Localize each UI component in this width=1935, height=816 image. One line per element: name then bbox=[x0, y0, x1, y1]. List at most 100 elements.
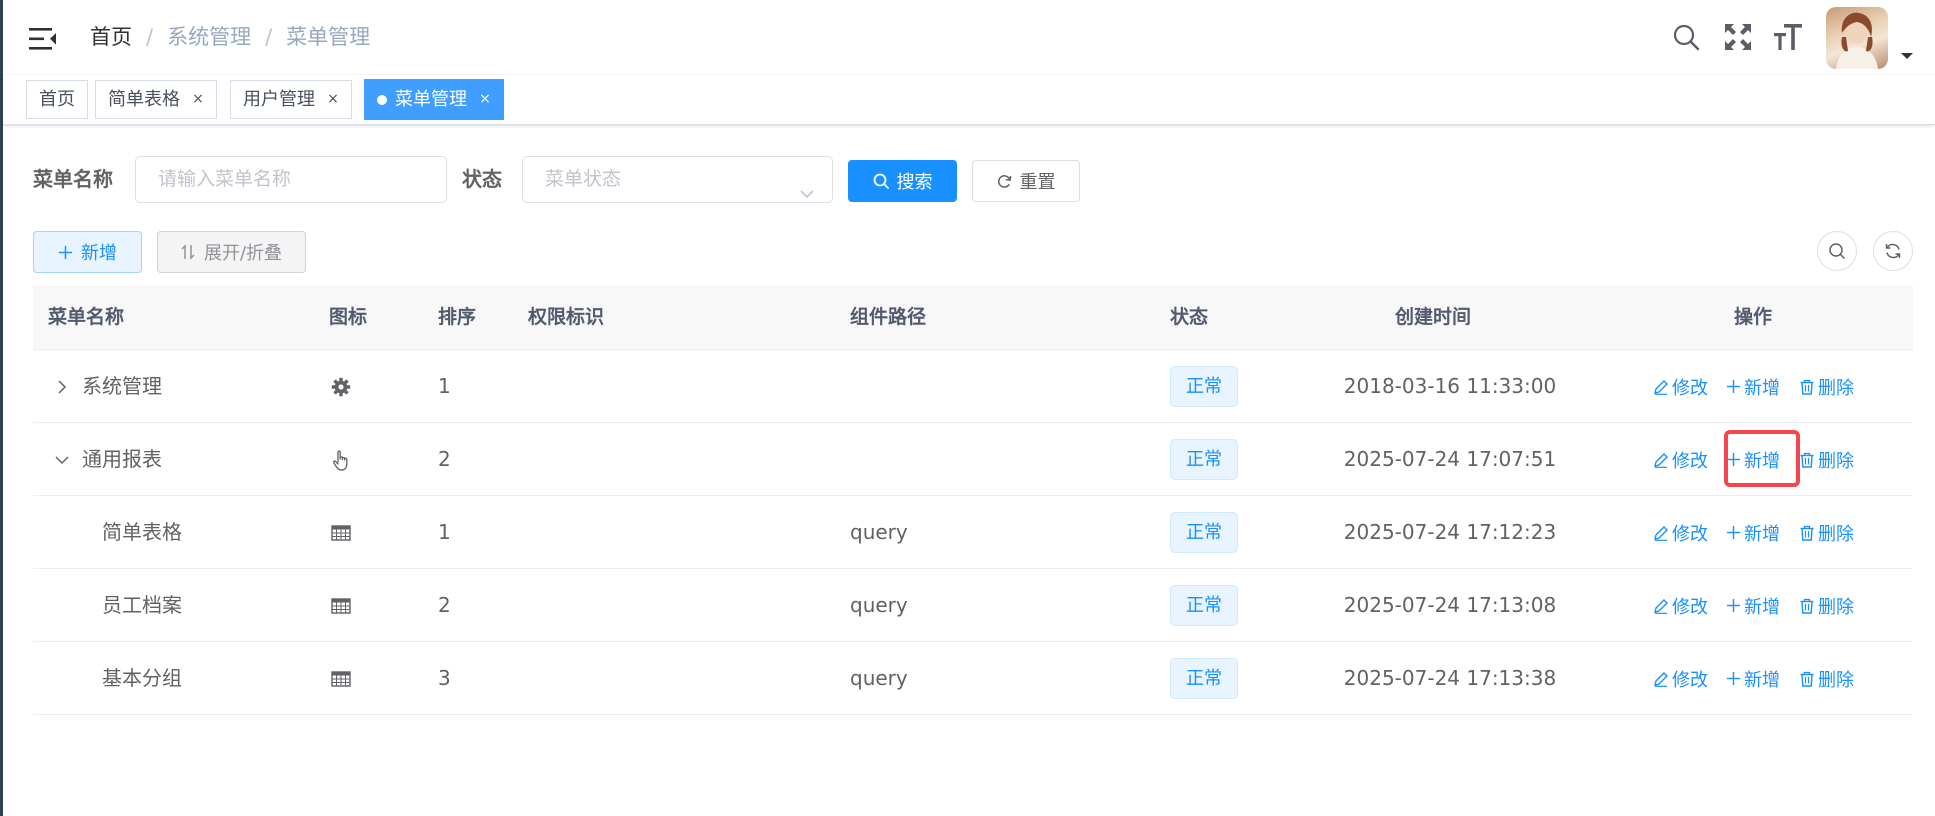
menu-component: query bbox=[850, 666, 908, 690]
edit-icon bbox=[1653, 598, 1669, 614]
edit-button[interactable]: 修改 bbox=[1653, 569, 1708, 642]
close-icon[interactable]: × bbox=[327, 81, 339, 118]
plus-icon bbox=[1726, 598, 1741, 613]
status-badge: 正常 bbox=[1170, 439, 1238, 480]
tag-label: 用户管理 bbox=[243, 89, 315, 110]
created-time: 2025-07-24 17:07:51 bbox=[1343, 447, 1557, 471]
add-menu-button[interactable]: 新增 bbox=[33, 231, 142, 273]
active-dot-icon bbox=[377, 94, 387, 105]
created-time: 2025-07-24 17:13:38 bbox=[1343, 666, 1557, 690]
menu-name: 简单表格 bbox=[102, 520, 182, 544]
column-header-status: 状态 bbox=[1170, 306, 1209, 328]
tag-home[interactable]: 首页 bbox=[26, 80, 88, 119]
tag-user-management[interactable]: 用户管理 × bbox=[230, 80, 352, 119]
pointer-hand-icon bbox=[329, 423, 353, 496]
status-label: 状态 bbox=[462, 167, 502, 191]
created-time: 2025-07-24 17:12:23 bbox=[1343, 520, 1557, 544]
tag-simple-table[interactable]: 简单表格 × bbox=[95, 80, 217, 119]
edit-label: 修改 bbox=[1672, 377, 1708, 399]
delete-button[interactable]: 删除 bbox=[1799, 423, 1854, 496]
trash-icon bbox=[1799, 671, 1815, 687]
table-header: 菜单名称 图标 排序 权限标识 组件路径 状态 创建时间 操作 bbox=[33, 285, 1913, 350]
table-row: 员工档案 2 query 正常 2025-07-24 17:13:08 修改 新… bbox=[33, 569, 1913, 642]
search-icon[interactable] bbox=[1670, 21, 1702, 53]
close-icon[interactable]: × bbox=[479, 81, 491, 118]
edit-icon bbox=[1653, 525, 1669, 541]
delete-button[interactable]: 删除 bbox=[1799, 642, 1854, 715]
tag-label: 首页 bbox=[39, 89, 75, 110]
breadcrumb-system-management: 系统管理 bbox=[167, 25, 252, 49]
plus-icon bbox=[1726, 379, 1741, 394]
delete-label: 删除 bbox=[1818, 669, 1854, 691]
refresh-table-icon[interactable] bbox=[1873, 231, 1913, 271]
expand-collapse-button-label: 展开/折叠 bbox=[203, 243, 283, 264]
menu-name: 通用报表 bbox=[82, 447, 162, 471]
status-select[interactable]: 菜单状态 bbox=[522, 156, 833, 203]
menu-order: 2 bbox=[438, 447, 451, 471]
reset-button-label: 重置 bbox=[1019, 172, 1056, 193]
delete-label: 删除 bbox=[1818, 450, 1854, 472]
gear-icon bbox=[329, 350, 353, 423]
trash-icon bbox=[1799, 452, 1815, 468]
tag-label: 菜单管理 bbox=[395, 89, 467, 110]
tag-menu-management[interactable]: 菜单管理 × bbox=[364, 79, 504, 120]
plus-icon bbox=[1726, 452, 1741, 467]
menu-order: 2 bbox=[438, 593, 451, 617]
search-icon bbox=[873, 173, 889, 189]
table-row: 系统管理 1 正常 2018-03-16 11:33:00 修改 新增 删除 bbox=[33, 350, 1913, 423]
column-header-actions: 操作 bbox=[1734, 306, 1773, 328]
search-button[interactable]: 搜索 bbox=[848, 160, 957, 202]
add-child-button[interactable]: 新增 bbox=[1726, 423, 1780, 496]
menu-name-label: 菜单名称 bbox=[33, 167, 113, 191]
status-badge: 正常 bbox=[1170, 585, 1238, 626]
edit-label: 修改 bbox=[1672, 596, 1708, 618]
trash-icon bbox=[1799, 379, 1815, 395]
add-child-button[interactable]: 新增 bbox=[1726, 569, 1780, 642]
sort-arrows-icon bbox=[181, 244, 196, 260]
plus-icon bbox=[58, 245, 73, 260]
expand-arrow-icon[interactable] bbox=[53, 350, 71, 423]
created-time: 2018-03-16 11:33:00 bbox=[1343, 374, 1557, 398]
chevron-down-icon bbox=[800, 173, 814, 199]
edit-button[interactable]: 修改 bbox=[1653, 350, 1708, 423]
column-header-menu-name: 菜单名称 bbox=[48, 306, 125, 328]
plus-icon bbox=[1726, 525, 1741, 540]
tag-label: 简单表格 bbox=[108, 89, 180, 110]
text-size-icon[interactable] bbox=[1772, 21, 1804, 53]
avatar-dropdown-caret-icon[interactable] bbox=[1900, 46, 1914, 59]
close-icon[interactable]: × bbox=[192, 81, 204, 118]
toggle-search-icon[interactable] bbox=[1817, 231, 1857, 271]
table-icon bbox=[329, 642, 353, 715]
add-label: 新增 bbox=[1744, 450, 1780, 472]
delete-button[interactable]: 删除 bbox=[1799, 350, 1854, 423]
collapse-arrow-icon[interactable] bbox=[53, 423, 71, 496]
add-label: 新增 bbox=[1744, 377, 1780, 399]
edit-button[interactable]: 修改 bbox=[1653, 642, 1708, 715]
add-child-button[interactable]: 新增 bbox=[1726, 350, 1780, 423]
breadcrumb: 首页 / 系统管理 / 菜单管理 bbox=[90, 22, 370, 52]
delete-button[interactable]: 删除 bbox=[1799, 496, 1854, 569]
breadcrumb-home[interactable]: 首页 bbox=[90, 22, 132, 52]
add-child-button[interactable]: 新增 bbox=[1726, 642, 1780, 715]
edit-button[interactable]: 修改 bbox=[1653, 496, 1708, 569]
reset-button[interactable]: 重置 bbox=[972, 160, 1080, 202]
column-header-perms: 权限标识 bbox=[528, 306, 605, 328]
add-menu-button-label: 新增 bbox=[81, 243, 117, 264]
delete-button[interactable]: 删除 bbox=[1799, 569, 1854, 642]
delete-label: 删除 bbox=[1818, 523, 1854, 545]
menu-order: 1 bbox=[438, 520, 451, 544]
edit-button[interactable]: 修改 bbox=[1653, 423, 1708, 496]
trash-icon bbox=[1799, 525, 1815, 541]
user-avatar[interactable] bbox=[1826, 7, 1888, 69]
edit-icon bbox=[1653, 452, 1669, 468]
expand-collapse-button[interactable]: 展开/折叠 bbox=[157, 231, 306, 273]
table-row: 简单表格 1 query 正常 2025-07-24 17:12:23 修改 新… bbox=[33, 496, 1913, 569]
menu-name-input[interactable]: 请输入菜单名称 bbox=[135, 156, 447, 203]
fullscreen-icon[interactable] bbox=[1722, 21, 1754, 53]
status-badge: 正常 bbox=[1170, 512, 1238, 553]
breadcrumb-menu-management: 菜单管理 bbox=[286, 25, 371, 49]
hamburger-menu-icon[interactable] bbox=[28, 24, 58, 54]
add-child-button[interactable]: 新增 bbox=[1726, 496, 1780, 569]
edit-label: 修改 bbox=[1672, 450, 1708, 472]
column-header-order: 排序 bbox=[438, 306, 477, 328]
